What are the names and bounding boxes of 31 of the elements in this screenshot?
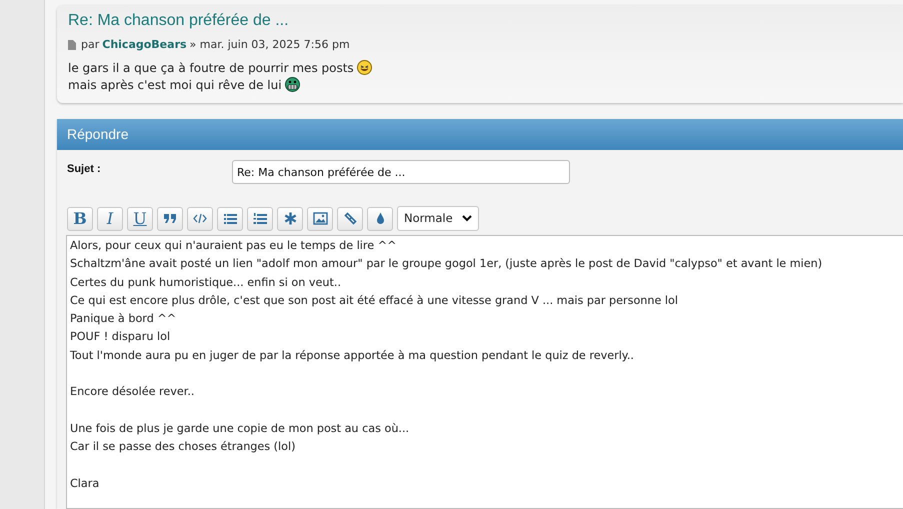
italic-button[interactable]: I — [97, 206, 123, 230]
subject-label: Sujet : — [67, 162, 102, 177]
post-text: le gars il a que ça à foutre de pourrir mes posts — [68, 60, 354, 74]
code-button[interactable] — [187, 206, 213, 230]
bulleted-list-icon — [222, 211, 238, 226]
document-icon — [68, 40, 76, 50]
author-link[interactable]: ChicagoBears — [102, 37, 187, 54]
post-by: par — [81, 37, 100, 53]
post-date: » mar. juin 03, 2025 7:56 pm — [190, 37, 350, 53]
asterisk-icon — [282, 211, 298, 226]
post-text: mais après c'est moi qui rêve de lui — [68, 78, 282, 92]
asterisk-button[interactable] — [277, 206, 303, 230]
underline-button[interactable]: U — [127, 206, 153, 230]
subject-field[interactable]: Re: Ma chanson préférée de ... — [232, 160, 570, 184]
quote-button[interactable] — [157, 206, 183, 230]
bold-button[interactable]: B — [67, 206, 93, 230]
grinning-smiley-icon — [284, 76, 300, 92]
chevron-down-icon — [462, 215, 472, 222]
font-size-select[interactable]: Normale — [397, 206, 479, 231]
quote-icon — [162, 211, 178, 226]
code-icon — [192, 211, 208, 226]
image-icon — [312, 211, 328, 226]
laughing-smiley-icon — [356, 60, 372, 74]
message-field[interactable]: Alors, pour ceux qui n'auraient pas eu le temps de lire ^^ Schaltzm'âne avait posté un lien "adolf mon amour" par le groupe gogol 1er, (juste après le post de David "calypso" et avant le mien) Certes du punk humoristique... enfin si on veut.. Ce qui est encore plus drôle, c'est que son post ait été effacé à une vitesse grand V ... mais par personne lol Panique à bord ^^ POUF ! disparu lol Tout l'monde aura pu en juger de par la réponse apportée à ma question pendant le quiz de reverly.. Encore désolée rever.. Une fois de plus je garde une copie de mon post au cas où... Car il se passe des choses étranges (lol) Clara — [66, 235, 903, 509]
image-button[interactable] — [307, 206, 333, 230]
droplet-button[interactable] — [367, 206, 393, 230]
panel-title: Répondre — [67, 125, 128, 144]
numbered-list-button[interactable] — [247, 206, 273, 230]
bulleted-list-button[interactable] — [217, 206, 243, 230]
numbered-list-icon — [252, 211, 268, 226]
post-title[interactable]: Re: Ma chanson préférée de ... — [68, 10, 289, 32]
